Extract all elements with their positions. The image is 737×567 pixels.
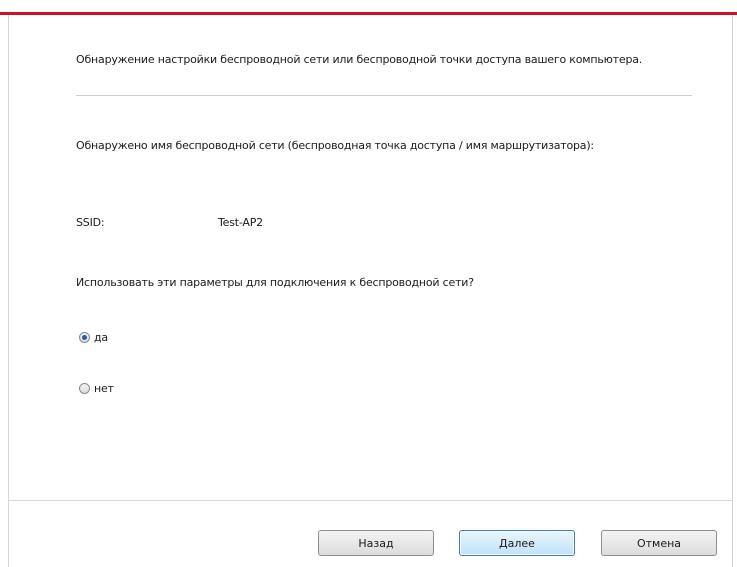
radio-no-label[interactable]: нет — [94, 382, 114, 395]
back-button[interactable]: Назад — [318, 530, 434, 556]
footer-divider — [9, 500, 732, 501]
use-settings-question: Использовать эти параметры для подключен… — [76, 276, 474, 289]
header-description: Обнаружение настройки беспроводной сети … — [76, 53, 643, 66]
radio-no[interactable] — [79, 383, 90, 394]
radio-yes[interactable] — [79, 332, 90, 343]
ssid-value: Test-AP2 — [218, 216, 263, 229]
radio-yes-label[interactable]: да — [94, 331, 108, 344]
detected-network-label: Обнаружено имя беспроводной сети (беспро… — [76, 139, 594, 152]
next-button[interactable]: Далее — [459, 530, 575, 556]
header-divider — [76, 95, 692, 96]
window-right-border — [732, 15, 733, 567]
top-accent-bar — [0, 12, 737, 15]
cancel-button[interactable]: Отмена — [601, 530, 717, 556]
ssid-label: SSID: — [76, 216, 105, 229]
window-left-border — [8, 15, 9, 567]
